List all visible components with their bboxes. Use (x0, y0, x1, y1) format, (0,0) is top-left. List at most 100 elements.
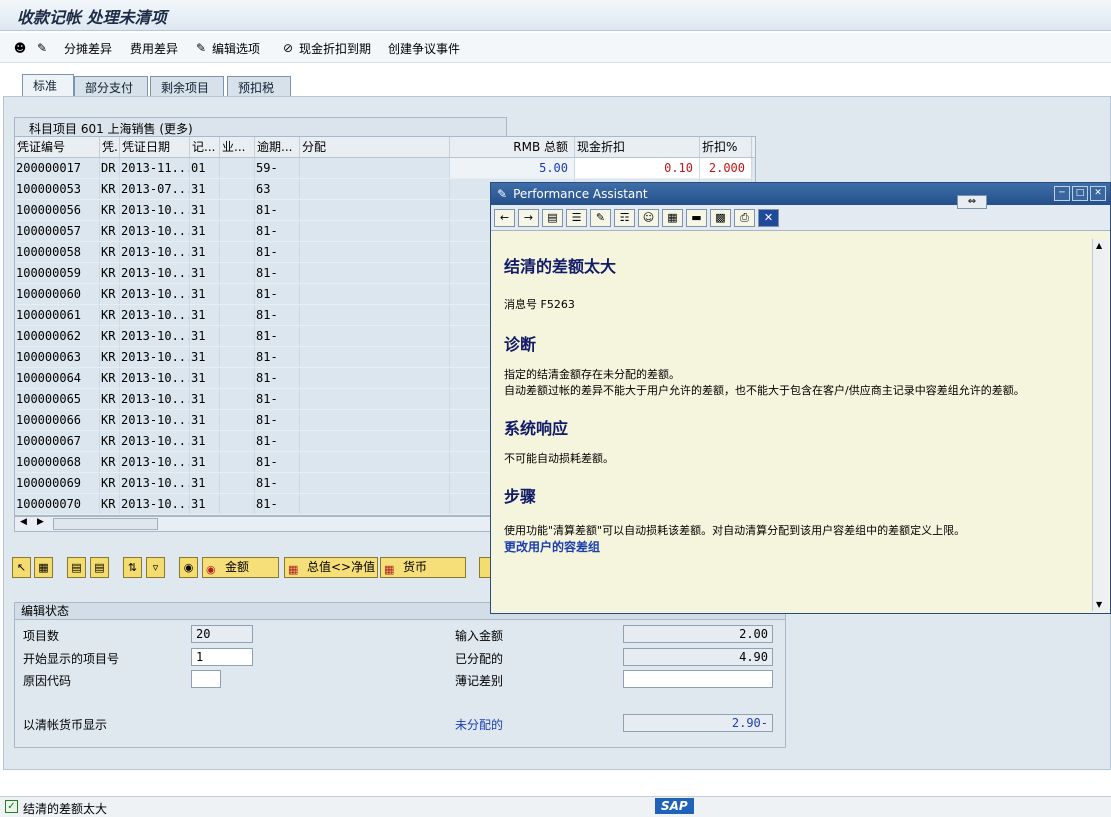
table-cell: 100000058 (15, 242, 100, 262)
resize-handle-icon[interactable]: ⇔ (957, 195, 987, 209)
pa-diagnosis-line2: 自动差额过帐的差异不能大于用户允许的差额，也不能大于包含在客户/供应商主记录中容… (504, 384, 1025, 397)
table-cell (220, 242, 255, 262)
edit-icon[interactable]: ✎ (34, 40, 50, 56)
unassigned-field: 2.90- (623, 714, 773, 732)
difference-label: 薄记差别 (455, 674, 504, 688)
tab-partial-payment[interactable]: 部分支付 (74, 76, 148, 96)
table-cell (220, 200, 255, 220)
technical-info-icon[interactable]: ☰ (566, 209, 587, 227)
back-icon[interactable]: ← (494, 209, 515, 227)
book-icon[interactable]: ▤ (542, 209, 563, 227)
table-cell (300, 179, 450, 199)
table-row[interactable]: 200000017 DR 2013-11... 01 59- 5.00 0.10 2.000 (15, 158, 755, 179)
table-cell: 2013-10... (120, 494, 190, 514)
person-icon[interactable]: ☻ (12, 40, 28, 56)
scroll-up-icon[interactable]: ▲ (1096, 241, 1102, 250)
table-cell: 100000065 (15, 389, 100, 409)
table-cell: 31 (190, 179, 220, 199)
column-header[interactable]: 凭. (100, 137, 120, 157)
table-cell: KR (100, 452, 120, 472)
table-icon[interactable]: ▦ (662, 209, 683, 227)
select-all-icon[interactable]: ↖ (12, 557, 31, 578)
table-cell: 31 (190, 410, 220, 430)
table-cell: 100000063 (15, 347, 100, 367)
tab-withholding-tax[interactable]: 预扣税 (227, 76, 291, 96)
minimize-icon[interactable]: ─ (1054, 186, 1070, 201)
table-cell: KR (100, 368, 120, 388)
column-header[interactable]: 逾期... (255, 137, 300, 157)
difference-field[interactable] (623, 670, 773, 688)
charge-difference-button[interactable]: 费用差异 (130, 40, 178, 56)
currency-button[interactable]: ▦ 货币 (380, 557, 466, 578)
title-bar: 收款记帐 处理未清项 (0, 0, 1111, 31)
table-cell: 81- (255, 200, 300, 220)
table-cell: 81- (255, 221, 300, 241)
search-icon[interactable]: ◉ (179, 557, 198, 578)
table-cell (300, 494, 450, 514)
table-cell: 81- (255, 431, 300, 451)
table-cell: 2013-10... (120, 200, 190, 220)
column-header[interactable]: 记... (190, 137, 220, 157)
table-cell: 100000060 (15, 284, 100, 304)
table-cell (220, 452, 255, 472)
maximize-icon[interactable]: □ (1072, 186, 1088, 201)
distribute-difference-button[interactable]: 分摊差异 (64, 40, 112, 56)
table-cell (300, 242, 450, 262)
column-header[interactable]: RMB 总额 (450, 137, 575, 157)
table-cell: 0.10 (575, 158, 700, 178)
column-header[interactable]: 现金折扣 (575, 137, 700, 157)
print-icon[interactable]: ⎙ (734, 209, 755, 227)
table-cell: 100000053 (15, 179, 100, 199)
pa-title-bar[interactable]: ✎ Performance Assistant (491, 183, 1110, 205)
table-cell: 2013-07... (120, 179, 190, 199)
glossary-icon[interactable]: ☶ (614, 209, 635, 227)
column-header[interactable]: 分配 (300, 137, 450, 157)
pa-vertical-scrollbar[interactable]: ▲ ▼ (1092, 239, 1108, 611)
reason-code-field[interactable] (191, 670, 221, 688)
status-message[interactable]: 结清的差额太大 (23, 800, 107, 817)
table-cell: 2.000 (700, 158, 752, 178)
change-tolerance-group-link[interactable]: 更改用户的容差组 (504, 539, 1080, 555)
bookmark-icon[interactable]: ▬ (686, 209, 707, 227)
forward-icon[interactable]: → (518, 209, 539, 227)
table-cell (300, 200, 450, 220)
window-title: 收款记帐 处理未清项 (17, 8, 167, 27)
activate-icon[interactable]: ▤ (67, 557, 86, 578)
create-dispute-button[interactable]: 创建争议事件 (388, 40, 460, 56)
scroll-left-icon[interactable]: ◀ (20, 517, 27, 527)
deactivate-icon[interactable]: ▤ (90, 557, 109, 578)
column-header[interactable]: 凭证日期 (120, 137, 190, 157)
pa-app-icon: ✎ (497, 187, 508, 201)
tab-residual-items[interactable]: 剩余项目 (150, 76, 224, 96)
tab-standard[interactable]: 标准 (22, 74, 74, 96)
table-cell (220, 284, 255, 304)
sort-icon[interactable]: ⇅ (123, 557, 142, 578)
scroll-right-icon[interactable]: ▶ (37, 517, 44, 527)
table-cell: 2013-10... (120, 410, 190, 430)
start-item-field[interactable]: 1 (191, 648, 253, 666)
scroll-thumb[interactable] (53, 518, 158, 530)
print-preview-icon[interactable]: ▩ (710, 209, 731, 227)
column-header[interactable]: 凭证编号 (15, 137, 100, 157)
table-cell (220, 221, 255, 241)
table-cell: 100000069 (15, 473, 100, 493)
cash-discount-due-button[interactable]: ⊘ 现金折扣到期 (280, 40, 371, 56)
assigned-field: 4.90 (623, 648, 773, 666)
amount-button[interactable]: ◉ 金额 (202, 557, 279, 578)
gross-net-button[interactable]: ▦ 总值<>净值 (284, 557, 378, 578)
column-header[interactable]: 折扣% (700, 137, 752, 157)
edit-icon[interactable]: ✎ (590, 209, 611, 227)
filter-icon[interactable]: ▿ (146, 557, 165, 578)
table-cell: KR (100, 179, 120, 199)
scroll-down-icon[interactable]: ▼ (1096, 600, 1102, 609)
people-icon[interactable]: ☺ (638, 209, 659, 227)
column-header[interactable]: 业... (220, 137, 255, 157)
table-cell: 81- (255, 389, 300, 409)
exit-icon[interactable]: ✕ (758, 209, 779, 227)
table-cell: 31 (190, 284, 220, 304)
close-icon[interactable]: ✕ (1090, 186, 1106, 201)
application-toolbar: ☻ ✎ 分摊差异 费用差异 ✎ 编辑选项 ⊘ 现金折扣到期 创建争议事件 (0, 33, 1111, 63)
select-block-icon[interactable]: ▦ (34, 557, 53, 578)
table-cell: 81- (255, 410, 300, 430)
editing-options-button[interactable]: ✎ 编辑选项 (193, 40, 260, 56)
